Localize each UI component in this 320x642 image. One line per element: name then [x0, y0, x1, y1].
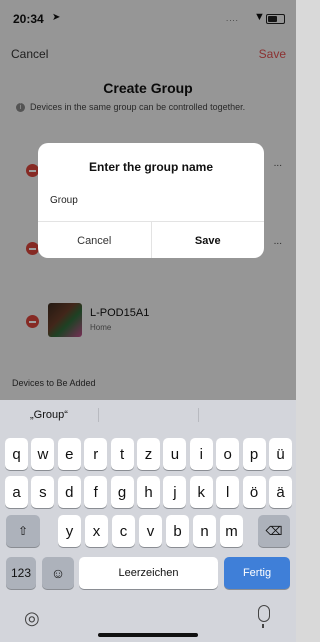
dialog-title: Enter the group name [88, 160, 213, 174]
suggestion-divider [198, 408, 199, 422]
key-ö[interactable]: ö [242, 476, 266, 508]
dialog-cancel-button[interactable]: Cancel [38, 222, 152, 258]
suggestion-item[interactable] [99, 400, 198, 430]
numbers-key[interactable]: 123 [6, 557, 36, 589]
home-indicator [98, 633, 198, 637]
key-w[interactable]: w [31, 438, 55, 470]
key-m[interactable]: m [220, 515, 243, 547]
key-z[interactable]: z [137, 438, 160, 470]
globe-icon[interactable]: ◎ [24, 608, 40, 629]
key-f[interactable]: f [84, 476, 108, 508]
key-p[interactable]: p [242, 438, 266, 470]
key-v[interactable]: v [139, 515, 162, 547]
suggestion-bar: „Group“ [0, 400, 296, 430]
key-b[interactable]: b [166, 515, 189, 547]
key-row: qwertzuiopü [0, 438, 296, 470]
key-ü[interactable]: ü [269, 438, 292, 470]
emoji-key[interactable]: ☺ [42, 557, 74, 589]
key-s[interactable]: s [31, 476, 55, 508]
key-g[interactable]: g [110, 476, 134, 508]
key-h[interactable]: h [137, 476, 160, 508]
key-x[interactable]: x [85, 515, 108, 547]
key-t[interactable]: t [110, 438, 134, 470]
suggestion-item[interactable] [197, 400, 296, 430]
key-e[interactable]: e [57, 438, 81, 470]
shift-key[interactable]: ⇧ [6, 515, 40, 547]
group-name-dialog: Enter the group name Group Cancel Save [38, 143, 264, 258]
key-ä[interactable]: ä [269, 476, 292, 508]
dialog-save-button[interactable]: Save [152, 222, 265, 258]
key-y[interactable]: y [58, 515, 81, 547]
key-row: asdfghjklöä [0, 476, 296, 508]
backspace-key[interactable]: ⌫ [258, 515, 290, 547]
key-j[interactable]: j [163, 476, 187, 508]
suggestion-divider [98, 408, 99, 422]
key-o[interactable]: o [216, 438, 240, 470]
key-k[interactable]: k [189, 476, 213, 508]
key-n[interactable]: n [193, 515, 216, 547]
key-q[interactable]: q [5, 438, 28, 470]
key-row: 123 ☺ Leerzeichen Fertig [0, 557, 296, 589]
keyboard: „Group“ qwertzuiopü asdfghjklöä ⇧ ⌫ yxcv… [0, 400, 296, 642]
key-c[interactable]: c [112, 515, 135, 547]
key-l[interactable]: l [216, 476, 240, 508]
return-key[interactable]: Fertig [224, 557, 290, 589]
key-a[interactable]: a [5, 476, 28, 508]
key-row: ⇧ ⌫ yxcvbnm [0, 515, 296, 547]
key-d[interactable]: d [57, 476, 81, 508]
key-r[interactable]: r [84, 438, 108, 470]
group-name-input[interactable]: Group [50, 191, 250, 211]
space-key[interactable]: Leerzeichen [79, 557, 218, 589]
key-u[interactable]: u [163, 438, 187, 470]
suggestion-item[interactable]: „Group“ [0, 400, 99, 430]
key-i[interactable]: i [189, 438, 213, 470]
dialog-actions: Cancel Save [38, 221, 264, 258]
microphone-icon[interactable] [258, 605, 270, 628]
